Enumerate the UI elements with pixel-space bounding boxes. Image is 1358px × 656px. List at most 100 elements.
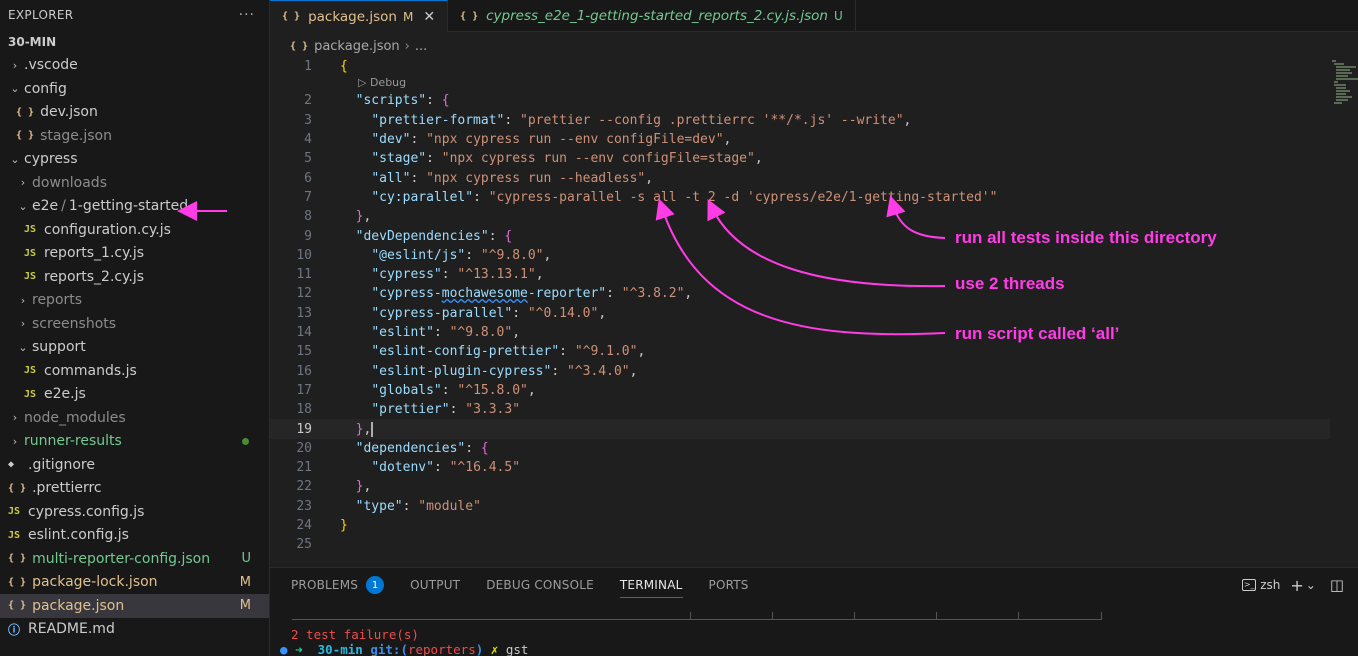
code-line[interactable]: 16 "eslint-plugin-cypress": "^3.4.0", <box>270 362 1330 381</box>
code-line[interactable]: 24} <box>270 516 1330 535</box>
code-line[interactable]: 11 "cypress": "^13.13.1", <box>270 265 1330 284</box>
annotation-threads: use 2 threads <box>955 274 1065 293</box>
tab-package-json[interactable]: { } package.json M ✕ <box>270 0 449 32</box>
file-tree-item[interactable]: { } package.json M <box>0 594 269 618</box>
code-line[interactable]: 25 <box>270 535 1330 554</box>
chevron-right-icon: › <box>12 58 18 72</box>
git-status-badge: U <box>241 551 251 567</box>
code-line[interactable]: 7 "cy:parallel": "cypress-parallel -s al… <box>270 188 1330 207</box>
code-line[interactable]: 4 "dev": "npx cypress run --env configFi… <box>270 130 1330 149</box>
file-tree-item-label: runner-results <box>24 433 122 450</box>
tab-output-label: OUTPUT <box>410 578 461 592</box>
file-tree-item[interactable]: › node_modules <box>0 406 269 430</box>
file-tree-item-label: node_modules <box>24 409 126 426</box>
tab-reports-json[interactable]: { } cypress_e2e_1-getting-started_report… <box>448 0 856 32</box>
prompt-arrow: ➜ <box>295 642 303 656</box>
file-tree-item-label: reports_2.cy.js <box>44 268 145 285</box>
minimap[interactable] <box>1332 58 1358 108</box>
file-tree-item[interactable]: JS commands.js <box>0 359 269 383</box>
file-tree-item[interactable]: JS configuration.cy.js <box>0 218 269 242</box>
tab-ports[interactable]: PORTS <box>709 568 749 602</box>
close-icon[interactable]: ✕ <box>423 9 435 25</box>
file-tree-item[interactable]: ⓘ README.md <box>0 618 269 642</box>
code-line[interactable]: 23 "type": "module" <box>270 497 1330 516</box>
file-tree-item-label: e2e.js <box>44 386 86 403</box>
js-file-icon: JS <box>8 529 21 541</box>
panel-toolbar: >_ zsh + ⌄ ◫ <box>1222 568 1344 602</box>
explorer-sidebar: EXPLORER ··· 30-MIN › .vscode ⌄ config { } de… <box>0 0 270 656</box>
tab-debug-console[interactable]: DEBUG CONSOLE <box>486 568 594 602</box>
line-number: 11 <box>296 267 312 283</box>
tab-terminal[interactable]: TERMINAL <box>619 568 683 602</box>
code-editor[interactable]: 1{ 2 "scripts": {3 "prettier-format": "pr… <box>270 57 1330 557</box>
file-tree-item[interactable]: JS eslint.config.js <box>0 524 269 548</box>
code-line[interactable]: 15 "eslint-config-prettier": "^9.1.0", <box>270 342 1330 361</box>
add-terminal-icon[interactable]: + <box>1290 576 1303 595</box>
code-text: { <box>340 59 348 75</box>
file-tree-item[interactable]: JS reports_2.cy.js <box>0 265 269 289</box>
file-tree-item[interactable]: ⌄ e2e/1-getting-started <box>0 195 269 219</box>
code-line[interactable]: 1{ <box>270 57 1330 76</box>
code-text: "@eslint/js": "^9.8.0", <box>371 247 552 263</box>
file-tree-item[interactable]: { } package-lock.json M <box>0 571 269 595</box>
more-actions-icon[interactable]: ··· <box>239 7 255 23</box>
code-text: "prettier-format": "prettier --config .p… <box>371 112 912 128</box>
code-line[interactable]: 13 "cypress-parallel": "^0.14.0", <box>270 304 1330 323</box>
tab-output[interactable]: OUTPUT <box>410 568 460 602</box>
code-line[interactable]: 21 "dotenv": "^16.4.5" <box>270 458 1330 477</box>
untracked-dot-icon <box>242 437 249 445</box>
file-tree-item[interactable]: › .vscode <box>0 54 269 78</box>
chevron-down-icon: ⌄ <box>10 152 20 166</box>
breadcrumb-file[interactable]: package.json <box>314 39 400 54</box>
code-text: "stage": "npx cypress run --env configFi… <box>371 151 763 167</box>
editor-tabs: { } package.json M ✕ { } cypress_e2e_1-g… <box>270 0 1358 32</box>
code-text: "dev": "npx cypress run --env configFile… <box>371 132 732 148</box>
code-line[interactable]: 22 }, <box>270 477 1330 496</box>
code-line[interactable]: 6 "all": "npx cypress run --headless", <box>270 169 1330 188</box>
breadcrumb-chevron-icon: › <box>404 38 410 54</box>
code-line[interactable]: 17 "globals": "^15.8.0", <box>270 381 1330 400</box>
code-line[interactable]: 5 "stage": "npx cypress run --env config… <box>270 149 1330 168</box>
file-tree-item[interactable]: { } stage.json <box>0 124 269 148</box>
file-tree-item[interactable]: › runner-results <box>0 430 269 454</box>
file-tree-item[interactable]: { } dev.json <box>0 101 269 125</box>
file-tree-item[interactable]: ⌄ cypress <box>0 148 269 172</box>
terminal-shell-selector[interactable]: >_ zsh <box>1232 578 1280 592</box>
code-line[interactable]: 8 }, <box>270 207 1330 226</box>
file-tree-item[interactable]: › downloads <box>0 171 269 195</box>
debug-codelens[interactable]: ▷ Debug <box>358 76 406 89</box>
file-tree-item[interactable]: JS cypress.config.js <box>0 500 269 524</box>
chevron-down-icon[interactable]: ⌄ <box>1306 578 1316 592</box>
file-tree-item[interactable]: { } .prettierrc <box>0 477 269 501</box>
workspace-root[interactable]: 30-MIN <box>0 30 269 54</box>
prompt-dir: 30-min <box>317 642 363 656</box>
line-number: 7 <box>304 189 312 205</box>
file-tree-item[interactable]: JS reports_1.cy.js <box>0 242 269 266</box>
tab-problems[interactable]: PROBLEMS 1 <box>291 568 385 602</box>
code-line[interactable]: 3 "prettier-format": "prettier --config … <box>270 111 1330 130</box>
code-line[interactable]: 14 "eslint": "^9.8.0", <box>270 323 1330 342</box>
file-tree-item[interactable]: ⌄ support <box>0 336 269 360</box>
code-line[interactable]: 2 "scripts": { <box>270 91 1330 110</box>
file-tree-item[interactable]: JS e2e.js <box>0 383 269 407</box>
file-tree-item[interactable]: { } multi-reporter-config.json U <box>0 547 269 571</box>
file-tree-item[interactable]: › reports <box>0 289 269 313</box>
file-tree-item-label: commands.js <box>44 362 137 379</box>
file-tree-item[interactable]: ◆ .gitignore <box>0 453 269 477</box>
code-line[interactable]: 12 "cypress-mochawesome-reporter": "^3.8… <box>270 284 1330 303</box>
code-line[interactable]: 19 }, <box>270 419 1330 439</box>
breadcrumb-rest[interactable]: ... <box>415 39 427 54</box>
file-tree-item[interactable]: › screenshots <box>0 312 269 336</box>
annotation-directory: run all tests inside this directory <box>955 228 1217 247</box>
code-line[interactable]: 18 "prettier": "3.3.3" <box>270 400 1330 419</box>
line-number: 15 <box>296 344 312 360</box>
annotation-script: run script called ‘all’ <box>955 324 1120 343</box>
file-tree-item[interactable]: ⌄ config <box>0 77 269 101</box>
chevron-right-icon: › <box>20 293 26 307</box>
terminal-prompt-line[interactable]: ● ➜ 30-min git:(reporters) ✗ gst <box>280 642 528 656</box>
code-text: "eslint-plugin-cypress": "^3.4.0", <box>371 363 638 379</box>
code-line[interactable]: 20 "dependencies": { <box>270 439 1330 458</box>
code-line[interactable]: 10 "@eslint/js": "^9.8.0", <box>270 246 1330 265</box>
split-terminal-icon[interactable]: ◫ <box>1330 576 1344 594</box>
code-text: "cypress-mochawesome-reporter": "^3.8.2"… <box>371 286 693 302</box>
